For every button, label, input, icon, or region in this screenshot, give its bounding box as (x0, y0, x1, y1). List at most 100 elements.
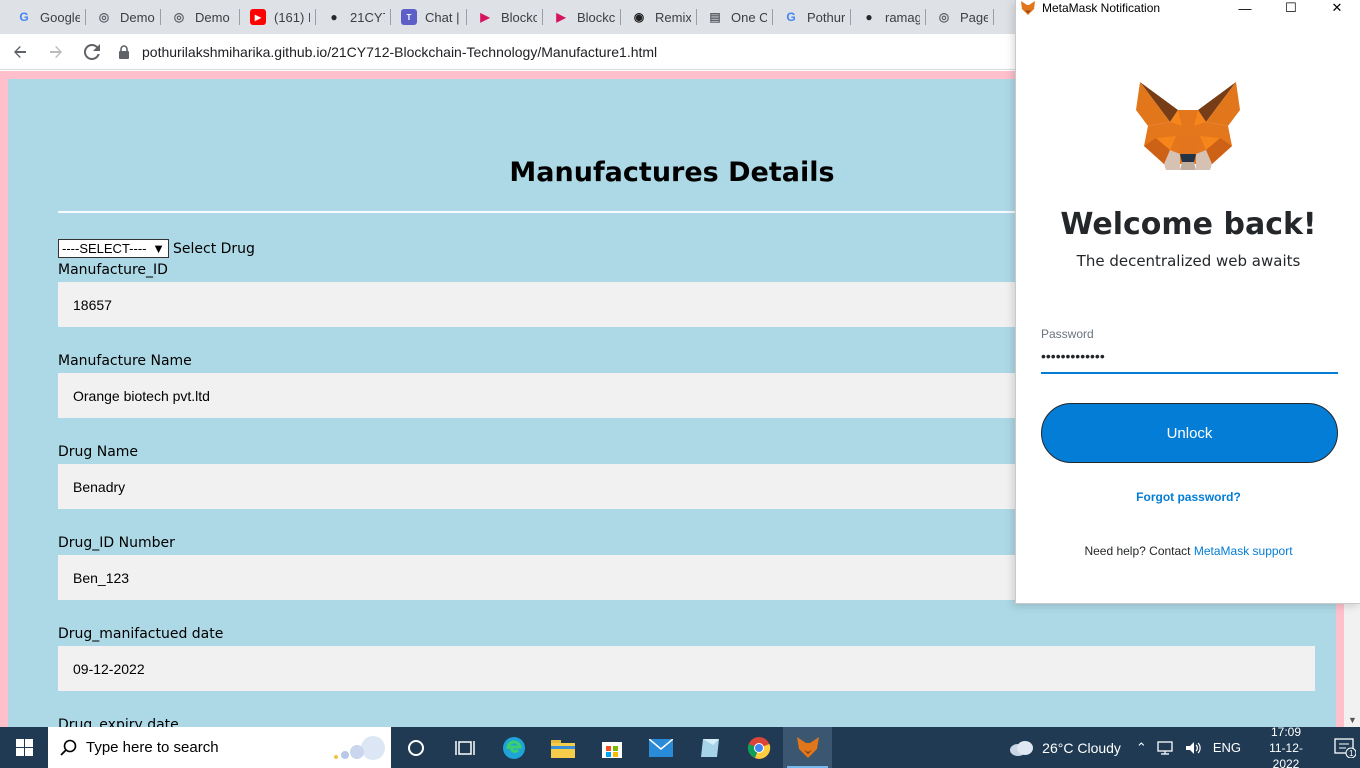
weather-text: 26°C Cloudy (1042, 739, 1121, 756)
notification-icon: 1 (1334, 737, 1356, 758)
maximize-button[interactable]: ☐ (1268, 0, 1314, 16)
search-icon (60, 739, 77, 756)
clock-date: 11-12-2022 (1269, 740, 1303, 768)
browser-tab-label: Blockc (577, 9, 615, 25)
file-explorer-button[interactable] (538, 727, 587, 768)
browser-tab[interactable]: ◎ Page n (926, 0, 994, 34)
lock-icon (119, 44, 129, 59)
cloud-icon (1010, 740, 1034, 756)
language-indicator[interactable]: ENG (1213, 740, 1241, 755)
field-input[interactable]: 09-12-2022 (58, 646, 1315, 691)
notification-count: 1 (1349, 749, 1354, 758)
browser-tab-label: Page n (960, 9, 988, 25)
field-label: Manufacture Name (58, 353, 192, 369)
weather-widget[interactable]: 26°C Cloudy (1008, 739, 1121, 757)
password-field[interactable]: ••••••••••••• (1041, 348, 1338, 374)
chrome-taskbar-button[interactable] (734, 727, 783, 768)
drug-select-value: ----SELECT---- (62, 241, 147, 256)
page-scrollbar[interactable]: ▼ (1344, 604, 1360, 727)
browser-tab-label: Google (40, 9, 80, 25)
metamask-fox-icon (796, 736, 819, 758)
cortana-icon (407, 739, 424, 756)
password-label: Password (1041, 327, 1094, 341)
edge-taskbar-button[interactable] (489, 727, 538, 768)
minimize-button[interactable]: — (1222, 0, 1268, 16)
mail-button[interactable] (636, 727, 685, 768)
browser-tab[interactable]: ▶ Blockc (467, 0, 543, 34)
metamask-taskbar-button[interactable] (783, 727, 832, 768)
scroll-down-icon[interactable]: ▼ (1348, 715, 1357, 725)
app-button[interactable] (685, 727, 734, 768)
taskbar-search[interactable]: Type here to search (48, 727, 391, 768)
forward-button[interactable] (40, 36, 72, 68)
play-icon: ▶ (556, 10, 566, 24)
unlock-button[interactable]: Unlock (1041, 403, 1338, 463)
browser-tab[interactable]: ◎ Demo (86, 0, 161, 34)
window-controls: — ☐ ✕ (1222, 0, 1360, 16)
network-icon[interactable] (1157, 740, 1175, 755)
browser-tab-label: 21CY7 (350, 9, 385, 25)
browser-tab-label: Blockc (501, 9, 537, 25)
select-drug-row: ----SELECT---- ▼ Select Drug (58, 239, 255, 258)
notification-button[interactable]: 1 (1330, 737, 1360, 758)
notes-app-icon (700, 738, 719, 757)
browser-tab[interactable]: ▶ Blockc (543, 0, 621, 34)
url-text: pothurilakshmiharika.github.io/21CY712-B… (142, 43, 658, 60)
back-button[interactable] (4, 36, 36, 68)
metamask-window-title: MetaMask Notification (1042, 1, 1161, 15)
globe-icon: ◎ (98, 10, 110, 24)
task-view-button[interactable] (440, 727, 489, 768)
browser-tab[interactable]: G Pothur (773, 0, 851, 34)
reload-button[interactable] (76, 36, 108, 68)
field-label: Drug_ID Number (58, 535, 175, 551)
start-button[interactable] (0, 727, 48, 768)
select-drug-label: Select Drug (173, 240, 255, 257)
clock[interactable]: 17:09 11-12-2022 (1256, 724, 1316, 768)
close-button[interactable]: ✕ (1314, 0, 1360, 16)
browser-tab-label: Demo (120, 9, 155, 25)
cortana-button[interactable] (391, 727, 440, 768)
drug-select[interactable]: ----SELECT---- ▼ (58, 239, 169, 258)
browser-tab-label: Pothur (807, 9, 845, 25)
globe-icon: ◎ (173, 10, 185, 24)
browser-tab[interactable]: T Chat | (391, 0, 467, 34)
youtube-icon: ▶ (250, 9, 266, 25)
help-text: Need help? Contact MetaMask support (1016, 544, 1360, 558)
store-button[interactable] (587, 727, 636, 768)
volume-icon[interactable] (1185, 741, 1203, 755)
tray-icons: ⌃ ENG (1131, 740, 1246, 756)
browser-tab[interactable]: ● 21CY7 (316, 0, 391, 34)
github-icon: ● (865, 10, 873, 24)
browser-tab[interactable]: G Google (6, 0, 86, 34)
browser-tab-label: One Cl (731, 9, 767, 25)
forgot-password-link[interactable]: Forgot password? (1016, 490, 1360, 504)
field-label: Drug Name (58, 444, 139, 460)
browser-tab-label: Remix (655, 9, 691, 25)
browser-tab[interactable]: ▤ One Cl (697, 0, 773, 34)
mail-icon (648, 738, 673, 757)
windows-icon (15, 739, 33, 756)
play-icon: ▶ (480, 10, 490, 24)
back-arrow-icon (14, 45, 26, 58)
system-tray: 26°C Cloudy ⌃ ENG 17:09 11-12-2022 1 (1008, 724, 1360, 768)
store-icon (601, 741, 622, 758)
task-view-icon (454, 740, 475, 755)
browser-tab[interactable]: ◉ Remix (621, 0, 697, 34)
clock-time: 17:09 (1270, 724, 1302, 739)
metamask-support-link[interactable]: MetaMask support (1194, 544, 1293, 558)
search-placeholder: Type here to search (86, 739, 219, 756)
google-icon: G (786, 10, 796, 24)
github-icon: ● (330, 10, 338, 24)
search-decoration-icon (334, 736, 385, 760)
globe-icon: ◎ (938, 10, 950, 24)
welcome-heading: Welcome back! (1060, 207, 1317, 242)
browser-tab[interactable]: ● ramag (851, 0, 926, 34)
chevron-up-icon[interactable]: ⌃ (1136, 740, 1147, 756)
metamask-window: MetaMask Notification — ☐ ✕ Welcome back… (1015, 0, 1360, 604)
welcome-subtitle: The decentralized web awaits (1076, 252, 1301, 270)
browser-tab[interactable]: ▶ (161) M (240, 0, 316, 34)
browser-tab[interactable]: ◎ Demo (161, 0, 240, 34)
metamask-fox-logo (1136, 82, 1240, 170)
field-label: Drug_manifactued date (58, 626, 224, 642)
chrome-icon (747, 736, 770, 759)
